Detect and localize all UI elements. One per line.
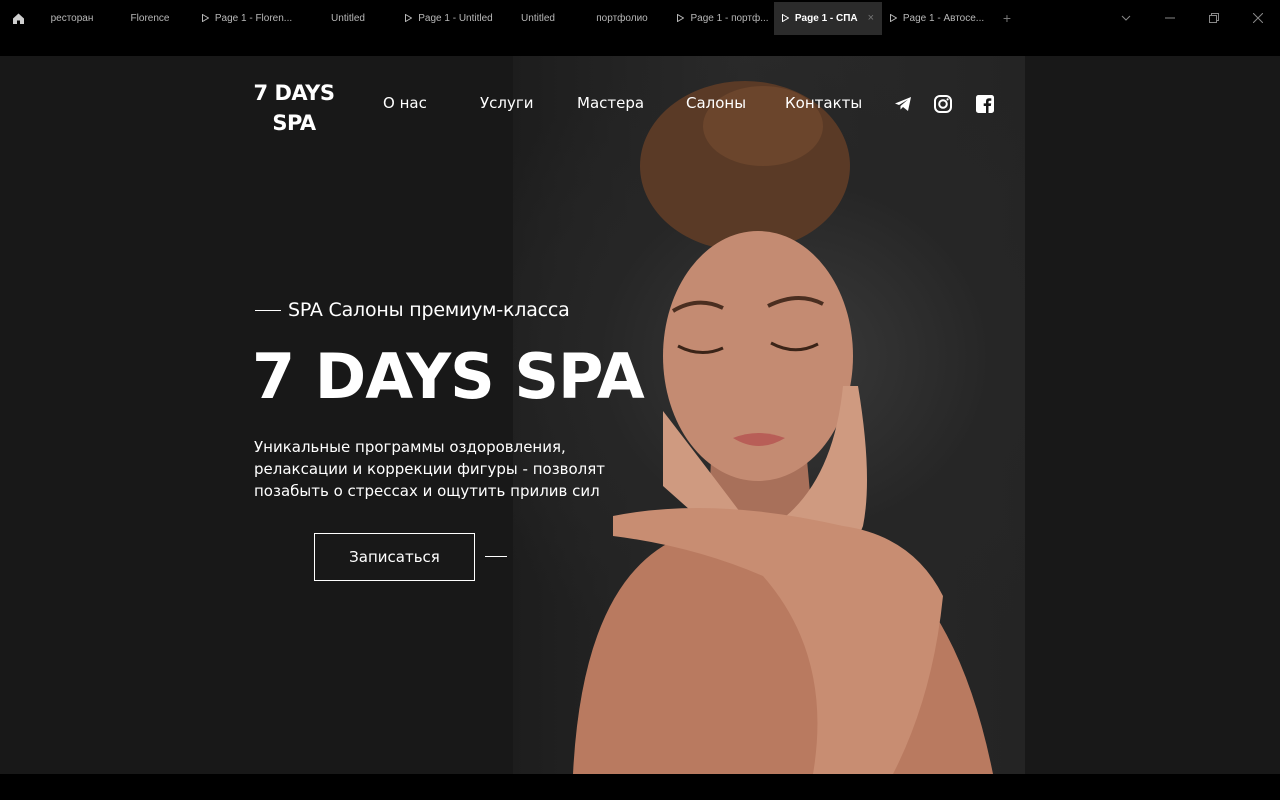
close-window-button[interactable]	[1236, 0, 1280, 36]
nav-item-masters[interactable]: Мастера	[577, 94, 644, 112]
play-icon	[781, 14, 789, 22]
tab-close-icon[interactable]: ×	[868, 12, 874, 24]
nav-item-about[interactable]: О нас	[383, 94, 427, 112]
tab[interactable]: Page 1 - Автосе...	[882, 2, 992, 35]
hero-subtitle: SPA Салоны премиум-класса	[288, 299, 570, 321]
tab-active[interactable]: Page 1 - СПА ×	[774, 1, 882, 35]
tab-label: Page 1 - Floren...	[214, 12, 293, 24]
hero-description: Уникальные программы оздоровления, релак…	[254, 438, 606, 500]
tab[interactable]: ресторан	[36, 2, 108, 35]
subtitle-dash	[255, 310, 281, 311]
tab-bar: ресторан Florence Page 1 - Floren... Untitl…	[0, 0, 1280, 36]
tab-label: Page 1 - Untitled	[418, 12, 493, 24]
site-logo[interactable]: 7 DAYS SPA	[252, 78, 336, 138]
plus-icon: +	[1002, 10, 1012, 26]
tab[interactable]: Florence	[108, 2, 192, 35]
minimize-button[interactable]	[1148, 0, 1192, 36]
restore-icon	[1209, 13, 1219, 23]
add-tab-button[interactable]: +	[992, 10, 1022, 26]
restore-button[interactable]	[1192, 0, 1236, 36]
spa-landing-page: 7 DAYS SPA О нас Услуги Мастера Салоны К…	[0, 56, 1280, 774]
facebook-icon	[976, 95, 994, 113]
hero-title: 7 DAYS SPA	[252, 340, 645, 413]
tab-label: Page 1 - портф...	[690, 12, 769, 24]
play-icon	[201, 14, 209, 22]
tab-label: Florence	[130, 12, 170, 24]
minimize-icon	[1165, 17, 1175, 19]
play-icon	[405, 14, 413, 22]
chevron-down-icon	[1121, 15, 1131, 21]
tab-label: Page 1 - Автосе...	[902, 12, 985, 24]
tab-label: Page 1 - СПА	[794, 12, 858, 24]
tab[interactable]: Page 1 - портф...	[672, 2, 774, 35]
book-appointment-button[interactable]: Записаться	[314, 533, 475, 581]
tab-label: Untitled	[331, 12, 365, 24]
portrait-illustration	[573, 81, 993, 774]
hero-photo	[513, 56, 1025, 774]
home-icon	[12, 13, 24, 24]
tab[interactable]: Untitled	[504, 2, 572, 35]
logo-line-2: SPA	[272, 111, 316, 135]
tab-list: ресторан Florence Page 1 - Floren... Untitl…	[36, 1, 992, 35]
play-icon	[677, 14, 685, 22]
tab[interactable]: Untitled	[302, 2, 394, 35]
logo-line-1: 7 DAYS	[253, 81, 335, 105]
nav-item-contacts[interactable]: Контакты	[785, 94, 862, 112]
home-button[interactable]	[0, 0, 36, 36]
tab[interactable]: портфолио	[572, 2, 672, 35]
design-canvas[interactable]: 7 DAYS SPA О нас Услуги Мастера Салоны К…	[0, 36, 1280, 800]
close-icon	[1253, 13, 1263, 23]
tab[interactable]: Page 1 - Untitled	[394, 2, 504, 35]
nav-item-services[interactable]: Услуги	[480, 94, 533, 112]
tab-label: портфолио	[596, 12, 648, 24]
tab-label: ресторан	[50, 12, 94, 24]
tab[interactable]: Page 1 - Floren...	[192, 2, 302, 35]
play-icon	[889, 14, 897, 22]
window-controls	[1104, 0, 1280, 36]
instagram-icon	[934, 95, 952, 113]
instagram-link[interactable]	[933, 94, 953, 114]
cta-dash	[485, 556, 507, 557]
telegram-link[interactable]	[893, 94, 913, 114]
tab-label: Untitled	[521, 12, 555, 24]
telegram-icon	[895, 97, 911, 111]
tabs-dropdown-button[interactable]	[1104, 0, 1148, 36]
nav-item-salons[interactable]: Салоны	[686, 94, 746, 112]
facebook-link[interactable]	[975, 94, 995, 114]
